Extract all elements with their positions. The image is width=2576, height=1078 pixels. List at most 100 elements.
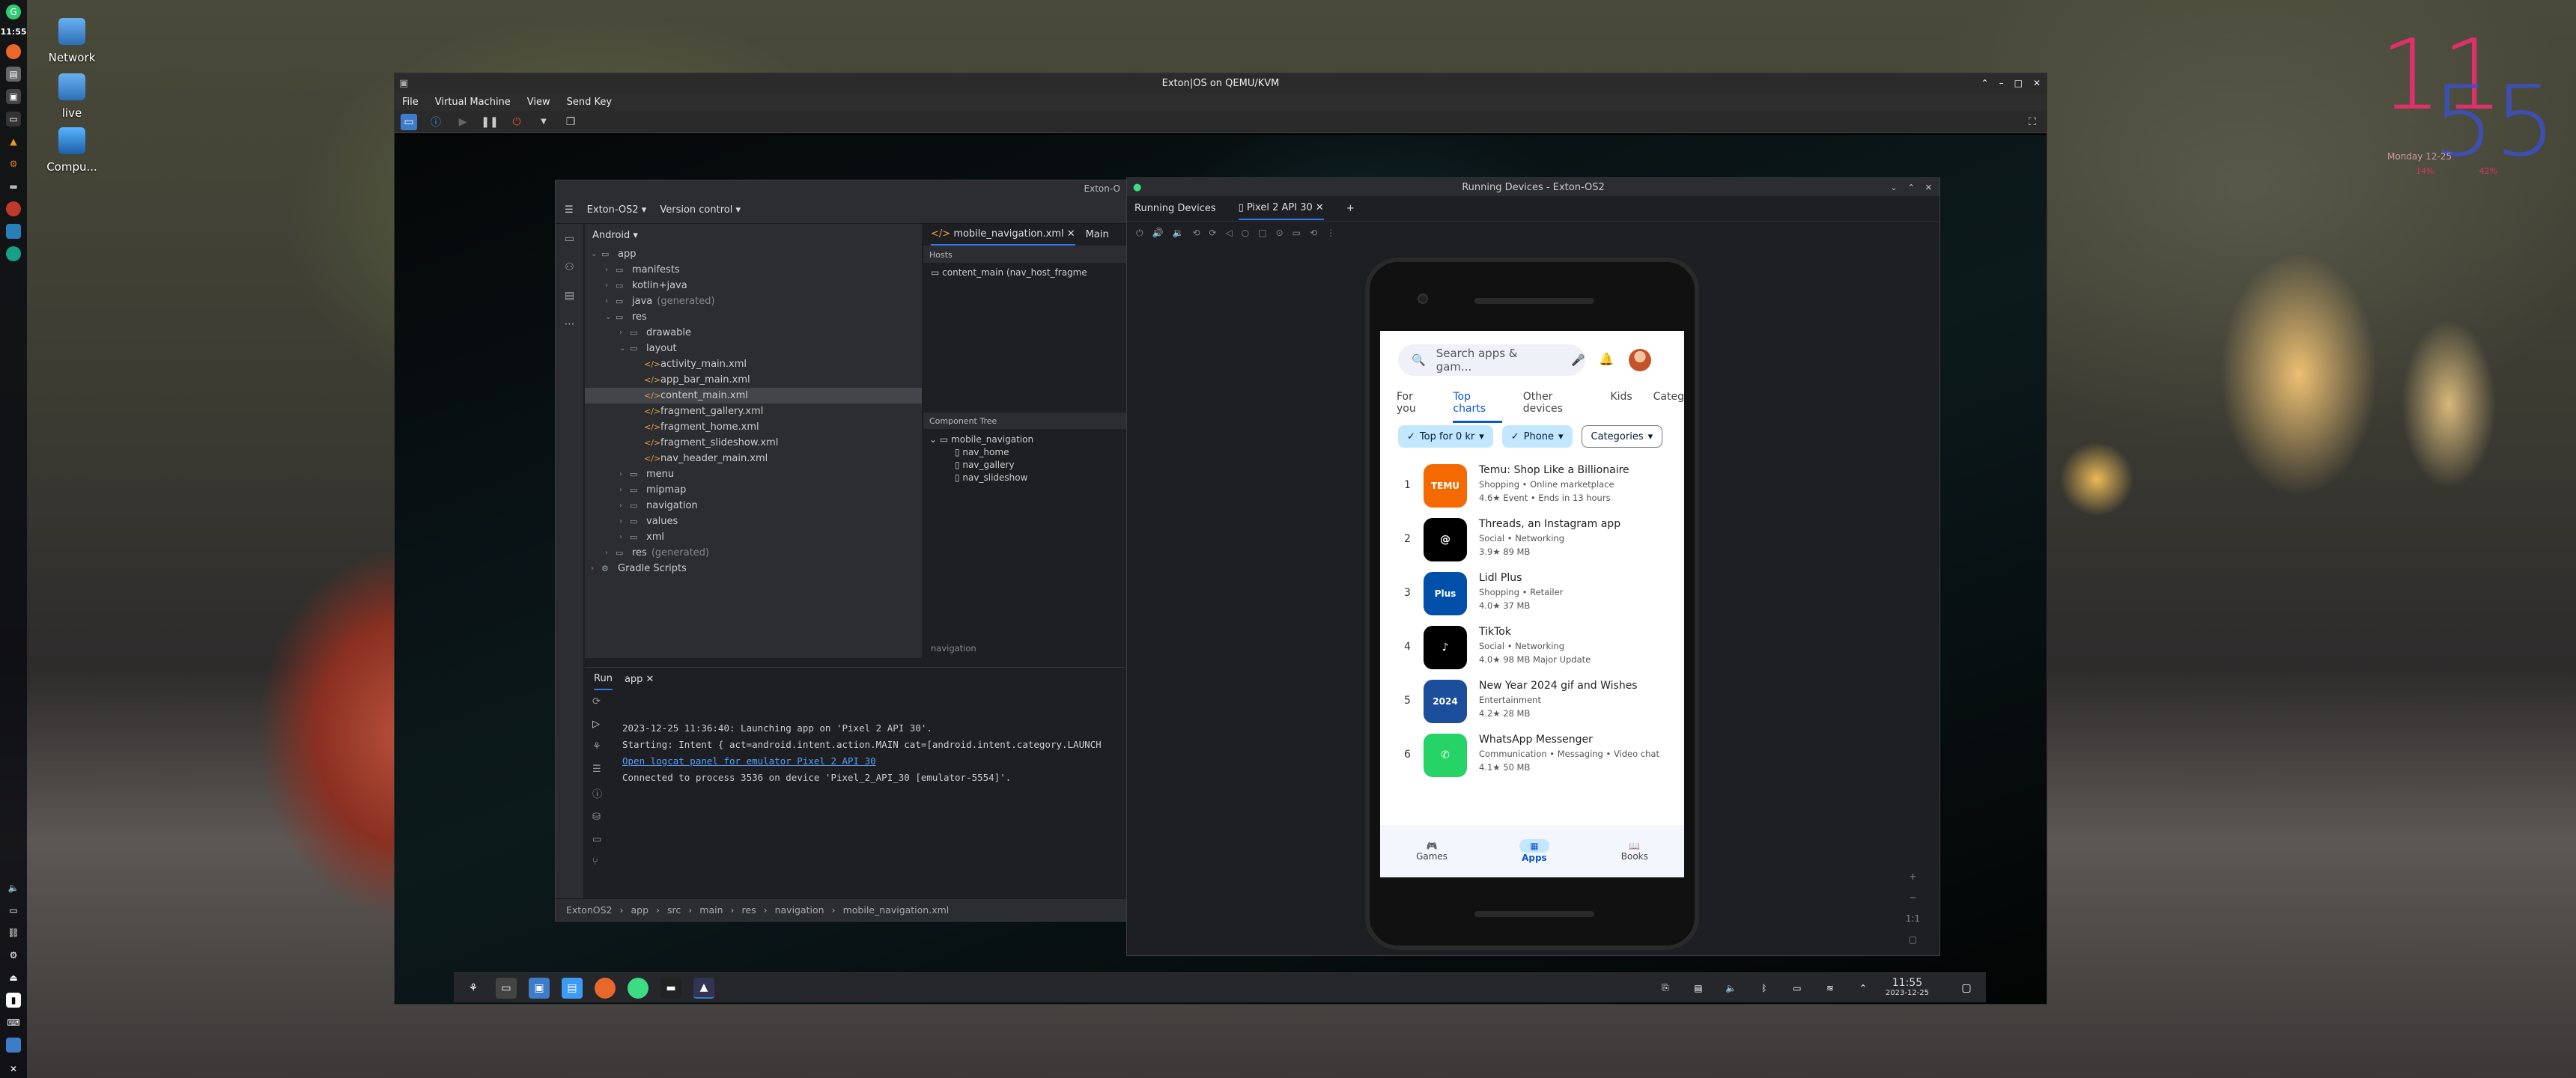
console-icon[interactable]: ▭ [401,113,417,130]
vcs-dropdown[interactable]: Version control ▾ [660,204,741,216]
vm-icon[interactable]: ▣ [6,89,21,104]
app-launcher-icon[interactable]: ⚘ [463,978,484,999]
chip-phone[interactable]: ✓ Phone ▾ [1501,425,1573,448]
tab-main[interactable]: Main [1086,229,1109,240]
tray-updates-icon[interactable]: ▤ [1688,978,1709,999]
tree-item[interactable]: </> app_bar_main.xml [585,372,922,388]
close-icon[interactable]: ✕ [1925,183,1932,192]
emulator-icon[interactable]: ▲ [693,977,714,999]
zoom-out-icon[interactable]: − [1909,892,1916,903]
files-icon[interactable]: ▤ [562,977,583,999]
chevron-icon[interactable]: ⌄ [605,313,616,321]
desktop-icon-computer[interactable]: Compu... [27,127,117,174]
chip-categories[interactable]: Categories ▾ [1581,425,1663,448]
start-menu-icon[interactable]: G [6,4,21,19]
maximize-icon[interactable]: □ [2014,78,2023,88]
volume-down-icon[interactable]: 🔉 [1172,228,1183,238]
keep-above-icon[interactable]: ⌃ [1981,78,1989,88]
more-icon[interactable]: ⋮ [1326,228,1335,238]
record-icon[interactable]: ▭ [1292,228,1301,238]
app-list-item[interactable]: 5 2024 New Year 2024 gif and Wishes Enterta… [1397,678,1681,731]
terminal-icon[interactable]: ▭ [592,834,602,845]
search-bar[interactable]: 🔍 Search apps & gam... 🎤 [1398,344,1585,376]
menu-send-key[interactable]: Send Key [567,97,612,108]
app-list-item[interactable]: 1 TEMU Temu: Shop Like a Billionaire Shoppi… [1397,463,1681,515]
tab-mobile-navigation[interactable]: </> mobile_navigation.xml ✕ [931,224,1075,246]
files-icon[interactable]: ▤ [6,67,21,82]
app-blue-icon[interactable] [6,224,21,239]
component-tree-item[interactable]: ▯ nav_gallery [929,459,1033,472]
tab-for-you[interactable]: For you [1397,391,1432,423]
terminal-icon[interactable]: ▭ [6,112,21,127]
close-icon[interactable]: ✕ [2033,78,2041,88]
tab-pixel-2[interactable]: ▯ Pixel 2 API 30 ✕ [1238,197,1324,220]
firefox-icon[interactable] [6,44,21,59]
fit-icon[interactable]: ▢ [1909,934,1917,945]
back-icon[interactable]: ◁ [1226,228,1233,238]
debug-icon[interactable]: ⚘ [592,741,602,752]
tree-item[interactable]: › ▭ navigation [585,498,922,514]
app-list-item[interactable]: 3 Plus Lidl Plus Shopping • Retailer 4.0★ 37… [1397,570,1681,623]
component-tree-item[interactable]: ▯ nav_home [929,446,1033,459]
zoom-in-icon[interactable]: + [1909,871,1916,882]
tree-item[interactable]: › ▭ xml [585,529,922,545]
screenshot-icon[interactable]: ⊙ [1276,228,1284,238]
snapshot-icon[interactable]: ❐ [562,114,579,130]
tree-item[interactable]: › ▭ java (generated) [585,293,922,309]
eject-icon[interactable]: ⏏ [6,970,21,985]
menu-file[interactable]: File [402,97,419,108]
chevron-up-icon[interactable]: ⌃ [1908,183,1915,192]
rotate-right-icon[interactable]: ⟳ [1209,228,1216,238]
chevron-icon[interactable]: › [619,470,630,478]
keyboard-icon[interactable]: ⌨ [6,1015,21,1030]
show-desktop-icon[interactable] [6,1038,21,1053]
tray-network-icon[interactable]: ▭ [1787,978,1808,999]
pause-icon[interactable]: ❚❚ [481,114,498,130]
chevron-icon[interactable]: › [619,486,630,494]
chevron-icon[interactable]: › [619,533,630,541]
gradle-icon[interactable]: ⛁ [592,811,602,823]
run-tab[interactable]: Run [594,669,613,690]
run-icon[interactable]: ▷ [592,719,602,730]
volume-icon[interactable]: 🔈 [6,880,21,895]
chevron-icon[interactable]: ⌄ [591,250,601,258]
run-icon[interactable]: ▶ [455,114,471,130]
tab-other-devices[interactable]: Other devices [1523,391,1590,423]
minimize-icon[interactable]: – [1999,78,2004,88]
tree-item[interactable]: › ▭ values [585,514,922,529]
tree-item[interactable]: › ▭ kotlin+java [585,278,922,293]
chevron-icon[interactable]: › [591,564,601,573]
tree-item[interactable]: </> content_main.xml [585,388,922,404]
nav-books[interactable]: 📖 Books [1621,841,1648,862]
chevron-icon[interactable]: › [605,281,616,290]
chip-top-free[interactable]: ✓ Top for 0 kr ▾ [1398,425,1493,448]
tray-volume-icon[interactable]: 🔈 [1721,978,1742,999]
add-device-icon[interactable]: + [1346,203,1355,214]
chevron-icon[interactable]: › [605,549,616,557]
clipboard-icon[interactable]: ▮ [6,993,21,1008]
breadcrumb-item[interactable]: res [742,904,756,916]
guest-clock[interactable]: 11:55 2023-12-25 [1886,978,1929,999]
menu-view[interactable]: View [527,97,550,108]
project-dropdown[interactable]: Exton-OS2 ▾ [587,204,647,216]
menu-virtual-machine[interactable]: Virtual Machine [435,97,511,108]
project-view-dropdown[interactable]: Android ▾ [592,230,638,241]
power-dropdown-icon[interactable]: ▼ [535,114,552,130]
tab-categories[interactable]: Categ [1653,391,1684,423]
tray-clipboard-icon[interactable]: ⎘ [1655,978,1676,999]
zoom-level[interactable]: 1:1 [1906,913,1920,924]
app-red-icon[interactable] [6,201,21,216]
chevron-icon[interactable]: › [619,502,630,510]
studio-titlebar[interactable]: Exton-O [556,180,1131,197]
run-config-tab[interactable]: app ✕ [625,674,654,685]
tree-item[interactable]: ⌄ ▭ app [585,246,922,262]
rerun-icon[interactable]: ⟳ [592,696,602,707]
hosts-item[interactable]: ▭ content_main (nav_host_fragme [923,263,1132,282]
tree-item[interactable]: › ▭ manifests [585,262,922,278]
tree-item[interactable]: › ▭ menu [585,466,922,482]
rotate-left-icon[interactable]: ⟲ [1192,228,1200,238]
tree-item[interactable]: › ▭ res (generated) [585,545,922,561]
qemu-titlebar[interactable]: ▣ Exton|OS on QEMU/KVM ⌃ – □ ✕ [395,73,2047,93]
breadcrumb-item[interactable]: mobile_navigation.xml [843,904,950,916]
android-studio-icon[interactable] [628,977,648,999]
